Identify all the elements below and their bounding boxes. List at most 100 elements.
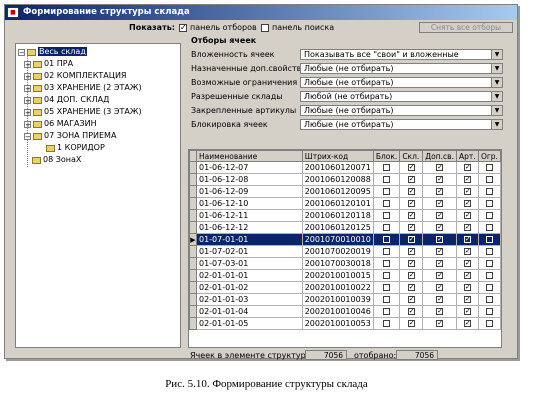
checkbox[interactable]: ✓ (463, 200, 471, 207)
checkbox[interactable] (485, 236, 493, 243)
expand-icon[interactable]: + (24, 60, 31, 68)
filter-select[interactable]: Любые (не отбирать) ▼ (300, 119, 503, 130)
checkbox[interactable]: ✓ (407, 248, 415, 255)
checkbox[interactable]: ✓ (407, 308, 415, 315)
filter-select[interactable]: Любые (не отбирать) ▼ (300, 105, 503, 116)
checkbox[interactable]: ✓ (436, 188, 444, 195)
checkbox[interactable] (383, 272, 391, 279)
checkbox[interactable] (383, 164, 391, 171)
checkbox[interactable]: ✓ (407, 164, 415, 171)
table-row[interactable]: ▶ 01-07-01-01 2001070010010 ✓ ✓ ✓ (189, 233, 501, 246)
checkbox[interactable]: ✓ (436, 224, 444, 231)
column-header[interactable]: Скл. (399, 150, 424, 162)
checkbox[interactable] (383, 296, 391, 303)
checkbox[interactable]: ✓ (436, 236, 444, 243)
checkbox[interactable] (485, 272, 493, 279)
checkbox[interactable]: ✓ (463, 308, 471, 315)
checkbox[interactable] (485, 224, 493, 231)
checkbox[interactable]: ✓ (463, 224, 471, 231)
collapse-icon[interactable]: − (24, 132, 31, 140)
tree-item[interactable]: +02 КОМПЛЕКТАЦИЯ (24, 71, 126, 81)
checkbox[interactable]: ✓ (463, 320, 471, 327)
expand-icon[interactable]: + (24, 72, 31, 80)
checkbox[interactable] (485, 188, 493, 195)
checkbox[interactable]: ✓ (463, 164, 471, 171)
tree-item[interactable]: − 07 ЗОНА ПРИЕМА (24, 131, 116, 141)
checkbox[interactable]: ✓ (436, 320, 444, 327)
filter-select[interactable]: Любой (не отбирать) ▼ (300, 91, 503, 102)
tree-item[interactable]: +06 МАГАЗИН (24, 119, 97, 129)
checkbox[interactable] (485, 176, 493, 183)
checkbox[interactable]: ✓ (436, 296, 444, 303)
dropdown-arrow-icon[interactable]: ▼ (491, 120, 502, 129)
tree-subitem[interactable]: 1 КОРИДОР (40, 143, 105, 153)
checkbox[interactable]: ✓ (407, 296, 415, 303)
table-row[interactable]: 02-01-01-02 2002010010022 ✓ ✓ ✓ (189, 281, 501, 294)
column-header[interactable]: Огр. (477, 150, 501, 162)
checkbox[interactable]: ✓ (463, 212, 471, 219)
checkbox[interactable]: ✓ (436, 164, 444, 171)
checkbox[interactable] (485, 164, 493, 171)
table-row[interactable]: 01-07-03-01 2001070030018 ✓ ✓ ✓ (189, 257, 501, 270)
tree-item[interactable]: 08 ЗонаХ (26, 155, 81, 165)
checkbox[interactable]: ✓ (407, 188, 415, 195)
collapse-icon[interactable]: − (18, 48, 25, 56)
tree-item[interactable]: +03 ХРАНЕНИЕ (2 ЭТАЖ) (24, 83, 142, 93)
checkbox[interactable]: ✓ (407, 200, 415, 207)
checkbox[interactable] (383, 308, 391, 315)
checkbox[interactable]: ✓ (407, 284, 415, 291)
table-row[interactable]: 01-06-12-11 2001060120118 ✓ ✓ ✓ (189, 209, 501, 222)
checkbox[interactable] (383, 200, 391, 207)
column-header[interactable]: Штрих-код (301, 150, 374, 162)
expand-icon[interactable]: + (24, 108, 31, 116)
dropdown-arrow-icon[interactable]: ▼ (491, 50, 502, 59)
checkbox[interactable]: ✓ (407, 212, 415, 219)
checkbox[interactable] (485, 260, 493, 267)
checkbox[interactable] (383, 212, 391, 219)
table-row[interactable]: 01-06-12-12 2001060120125 ✓ ✓ ✓ (189, 221, 501, 234)
checkbox[interactable]: ✓ (407, 224, 415, 231)
title-bar[interactable]: ■ Формирование структуры склада (5, 5, 517, 20)
checkbox[interactable]: ✓ (463, 296, 471, 303)
checkbox[interactable]: ✓ (407, 320, 415, 327)
checkbox[interactable] (383, 320, 391, 327)
checkbox[interactable]: ✓ (463, 284, 471, 291)
reset-filters-button[interactable]: Снять все отборы (419, 22, 513, 33)
checkbox[interactable]: ✓ (436, 308, 444, 315)
column-header[interactable]: Блок. (372, 150, 401, 162)
dropdown-arrow-icon[interactable]: ▼ (491, 64, 502, 73)
checkbox[interactable]: ✓ (407, 236, 415, 243)
checkbox[interactable] (485, 248, 493, 255)
checkbox[interactable] (485, 320, 493, 327)
checkbox[interactable]: ✓ (436, 284, 444, 291)
table-row[interactable]: 02-01-01-05 2002010010053 ✓ ✓ ✓ (189, 317, 501, 330)
checkbox[interactable]: ✓ (463, 176, 471, 183)
table-row[interactable]: 01-06-12-07 2001060120071 ✓ ✓ ✓ (189, 161, 501, 174)
table-row[interactable]: 01-06-12-08 2001060120088 ✓ ✓ ✓ (189, 173, 501, 186)
dropdown-arrow-icon[interactable]: ▼ (491, 106, 502, 115)
checkbox[interactable]: ✓ (436, 248, 444, 255)
checkbox[interactable] (383, 236, 391, 243)
table-row[interactable]: 01-06-12-10 2001060120101 ✓ ✓ ✓ (189, 197, 501, 210)
checkbox[interactable]: ✓ (436, 200, 444, 207)
dropdown-arrow-icon[interactable]: ▼ (491, 92, 502, 101)
checkbox[interactable]: ✓ (463, 248, 471, 255)
tree-root[interactable]: − Весь склад (18, 47, 87, 57)
checkbox[interactable] (383, 248, 391, 255)
checkbox[interactable] (485, 308, 493, 315)
table-row[interactable]: 01-06-12-09 2001060120095 ✓ ✓ ✓ (189, 185, 501, 198)
filter-select[interactable]: Любые (не отбирать) ▼ (300, 63, 503, 74)
tree-item[interactable]: +04 ДОП. СКЛАД (24, 95, 109, 105)
column-header[interactable]: Наименование (195, 150, 303, 162)
table-row[interactable]: 02-01-01-03 2002010010039 ✓ ✓ ✓ (189, 293, 501, 306)
checkbox[interactable] (485, 284, 493, 291)
checkbox[interactable]: ✓ (436, 260, 444, 267)
checkbox[interactable] (383, 188, 391, 195)
checkbox[interactable]: ✓ (463, 236, 471, 243)
expand-icon[interactable]: + (24, 84, 31, 92)
checkbox[interactable] (383, 176, 391, 183)
table-row[interactable]: 02-01-01-04 2002010010046 ✓ ✓ ✓ (189, 305, 501, 318)
filters-panel-checkbox[interactable]: ✓ (179, 24, 187, 32)
dropdown-arrow-icon[interactable]: ▼ (491, 78, 502, 87)
column-header[interactable]: Арт. (455, 150, 479, 162)
